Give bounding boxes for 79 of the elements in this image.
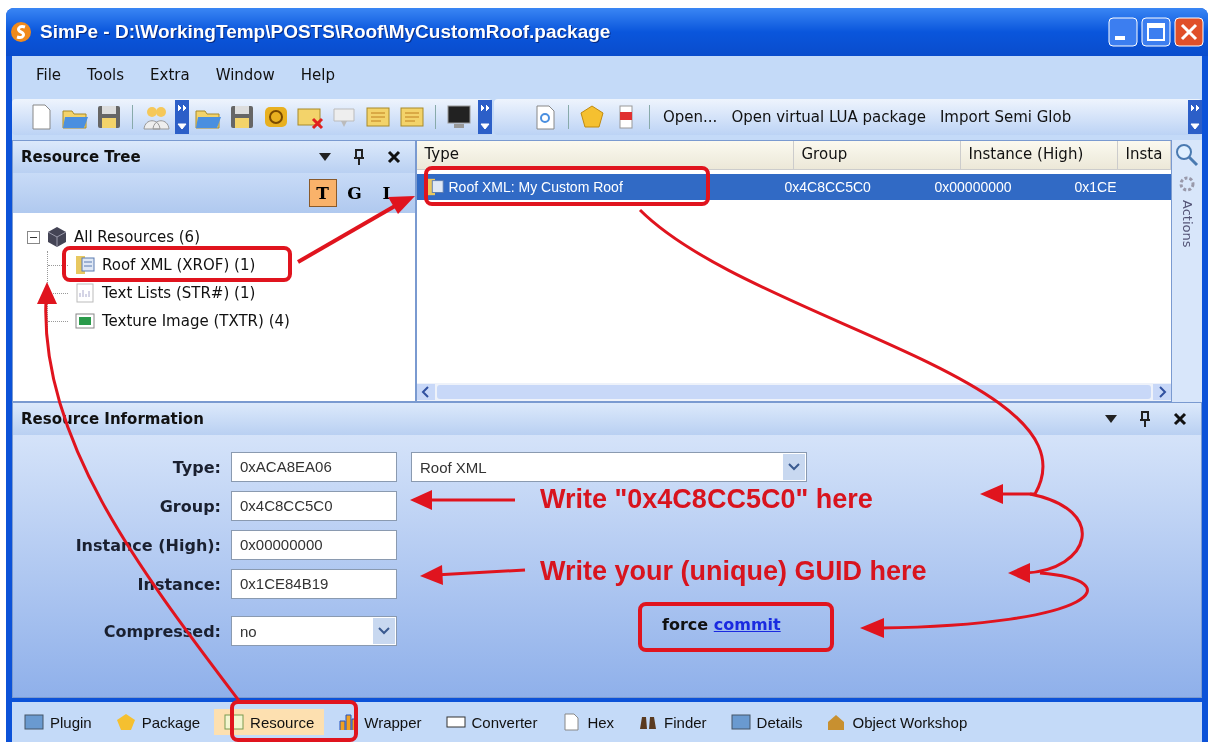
dropdown-field[interactable]: Roof XML — [411, 452, 807, 482]
close-icon[interactable] — [1173, 412, 1187, 426]
pin-icon[interactable] — [352, 149, 365, 165]
side-tab[interactable]: Actions — [1179, 200, 1195, 248]
table-cell-text: 0x1CE — [1073, 178, 1118, 197]
overflow-icon[interactable] — [175, 100, 189, 134]
bottom-tab[interactable]: Converter — [435, 709, 548, 735]
input-field[interactable]: 0x1CE84B19 — [231, 569, 397, 599]
list-row[interactable]: Roof XML: My Custom Roof 0x4C8CC5C0 0x00000000 0x1CE — [416, 174, 1172, 200]
chevron-icon — [373, 618, 395, 644]
horizontal-scrollbar[interactable] — [416, 383, 1172, 401]
cube-icon — [46, 226, 68, 248]
view-toggle[interactable]: G — [340, 179, 369, 207]
window-title: SimPe - D:\WorkingTemp\POSTS\Roof\MyCustomRoof.package — [40, 21, 612, 43]
house-icon — [826, 713, 847, 731]
minimize-button[interactable] — [1108, 17, 1138, 47]
column-header[interactable]: Insta — [1117, 141, 1172, 169]
commit-text: force commit — [662, 615, 781, 634]
bottom-tab[interactable]: Resource — [214, 709, 325, 735]
commit-link[interactable]: commit — [713, 615, 781, 634]
gem-icon — [115, 713, 136, 731]
menu-item[interactable]: File — [36, 66, 62, 84]
chevron-icon — [783, 454, 805, 480]
dropdown-icon[interactable] — [1105, 415, 1117, 423]
tag-icon — [445, 713, 466, 731]
close-button[interactable] — [1174, 17, 1204, 47]
dropdown-icon[interactable] — [318, 153, 331, 161]
bottom-tab[interactable]: Object Workshop — [816, 709, 978, 735]
bottom-tab[interactable]: Wrapper — [328, 709, 432, 735]
page-icon — [561, 713, 582, 731]
table-cell-text: 0x00000000 — [933, 178, 1013, 197]
tree-item[interactable]: Text Lists (STR#) (1) — [102, 284, 256, 302]
tree-item[interactable]: Texture Image (TXTR) (4) — [102, 312, 290, 330]
menu-item[interactable]: Tools — [87, 66, 125, 84]
text-file-icon — [74, 282, 96, 304]
column-header[interactable]: Type — [416, 141, 794, 169]
annotation-text: Write "0x4C8CC5C0" here — [540, 484, 873, 515]
menu-item[interactable]: Window — [215, 66, 275, 84]
field-label: Group: — [158, 496, 221, 516]
toolbar-button[interactable]: Import Semi Glob — [934, 108, 1077, 126]
bottom-tab[interactable]: Finder — [628, 709, 717, 735]
bottom-tab[interactable]: Package — [105, 709, 211, 735]
overflow-icon[interactable] — [1188, 100, 1202, 134]
panel-title: Resource Tree — [21, 148, 142, 166]
app-icon — [10, 21, 32, 43]
toolbar-button[interactable]: Open... — [658, 108, 723, 126]
column-header[interactable]: Instance (High) — [960, 141, 1118, 169]
pin-icon[interactable] — [1139, 411, 1151, 427]
field-label: Type: — [171, 457, 221, 477]
bottom-tab[interactable]: Plugin — [14, 709, 102, 735]
view-toggle[interactable]: I — [372, 179, 401, 207]
image-file-icon — [74, 310, 96, 332]
input-field[interactable]: 0xACA8EA06 — [231, 452, 397, 482]
tree-item[interactable]: Roof XML (XROF) (1) — [102, 256, 256, 274]
close-icon[interactable] — [386, 150, 401, 164]
search-icon[interactable] — [1174, 142, 1201, 168]
menu-item[interactable]: Help — [300, 66, 336, 84]
tree-item[interactable]: All Resources (6) — [74, 228, 200, 246]
column-header[interactable]: Group — [793, 141, 961, 169]
xml-file-icon — [74, 254, 96, 276]
monitor-icon[interactable] — [444, 103, 474, 131]
input-field[interactable]: 0x00000000 — [231, 530, 397, 560]
scroll-right-icon[interactable] — [1153, 384, 1172, 400]
scroll-left-icon[interactable] — [416, 384, 435, 400]
dropdown-field[interactable]: no — [231, 616, 397, 646]
picture-icon — [24, 713, 44, 731]
table-cell-text: 0x4C8CC5C0 — [783, 178, 872, 197]
toolbar-button[interactable]: Open virtual LUA package — [726, 108, 931, 126]
input-field[interactable]: 0x4C8CC5C0 — [231, 491, 397, 521]
overflow-icon[interactable] — [478, 100, 492, 134]
bottom-tab[interactable]: Details — [720, 709, 813, 735]
view-toggle[interactable]: T — [308, 179, 337, 207]
menu-item[interactable]: Extra — [150, 66, 190, 84]
collapse-icon[interactable] — [27, 230, 40, 244]
bottom-tab[interactable]: Hex — [551, 709, 625, 735]
annotation-text: Write your (unique) GUID here — [540, 556, 927, 587]
picture-icon — [730, 713, 751, 731]
maximize-button[interactable] — [1141, 17, 1171, 47]
table-cell: Roof XML: My Custom Roof — [448, 179, 623, 195]
